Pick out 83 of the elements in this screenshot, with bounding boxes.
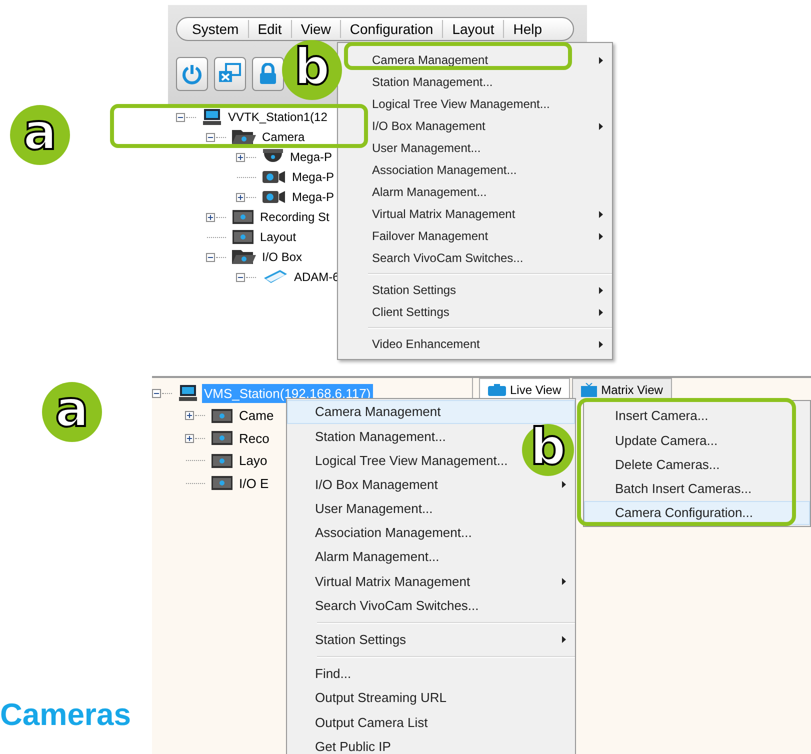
menu-bar-item[interactable]: Help	[503, 20, 552, 38]
menu-item[interactable]: Search VivoCam Switches...	[287, 594, 488, 618]
expand-icon[interactable]	[236, 192, 245, 202]
camera-icon	[488, 384, 506, 396]
menu-bar-item[interactable]: System	[183, 20, 248, 38]
tree-item[interactable]: Mega-P	[290, 168, 336, 186]
dome-camera-icon	[262, 149, 284, 165]
menu-item[interactable]: Delete Cameras...	[584, 452, 810, 477]
folder-icon	[211, 408, 233, 424]
menu-bar-item[interactable]: View	[290, 20, 340, 38]
tab[interactable]: Live View	[479, 378, 570, 400]
tree-item[interactable]: Mega-P	[290, 188, 336, 206]
open-folder-icon	[232, 249, 256, 265]
toolbar-button[interactable]	[214, 57, 246, 91]
menu-item[interactable]: Station Management...	[287, 424, 455, 448]
menu-item[interactable]: Logical Tree View Management...	[287, 448, 517, 473]
menu-item[interactable]: User Management...	[338, 137, 612, 159]
menu-bar-item[interactable]: Configuration	[340, 20, 442, 38]
tree-item[interactable]: Layout	[258, 228, 298, 246]
menu-item[interactable]: Association Management...	[287, 520, 481, 546]
expand-icon[interactable]	[206, 212, 215, 222]
tab[interactable]: Matrix View	[572, 378, 672, 400]
open-folder-icon	[232, 129, 256, 145]
menu-item[interactable]: Camera Management	[287, 400, 575, 424]
menu-item[interactable]: Alarm Management...	[287, 545, 448, 570]
collapse-icon[interactable]	[236, 272, 245, 282]
expand-icon[interactable]	[236, 152, 245, 162]
menu-item[interactable]: I/O Box Management	[338, 115, 612, 137]
menu-bar-item[interactable]: Layout	[442, 20, 504, 38]
folder-icon	[211, 430, 233, 446]
collapse-icon[interactable]	[206, 132, 215, 142]
callout-badge: a	[42, 382, 102, 442]
tree-item[interactable]: Recording St	[258, 208, 332, 226]
tree-item[interactable]: Came	[237, 406, 276, 426]
menu-item[interactable]: Station Settings	[338, 279, 612, 301]
menu-item[interactable]: Failover Management	[338, 225, 612, 247]
folder-icon	[211, 452, 233, 469]
collapse-icon[interactable]	[206, 252, 215, 262]
menu-item[interactable]: Camera Configuration...	[584, 500, 810, 525]
menu-item[interactable]: Update Camera...	[584, 428, 810, 452]
toolbar-button[interactable]	[176, 57, 208, 91]
menu-item[interactable]: Insert Camera...	[584, 404, 810, 428]
device-icon	[262, 269, 288, 285]
collapse-icon[interactable]	[176, 112, 185, 122]
folder-icon	[232, 229, 254, 245]
expand-icon[interactable]	[185, 411, 194, 420]
toolbar-button[interactable]	[252, 57, 284, 91]
menu-item[interactable]: Output Camera List	[287, 710, 437, 734]
menu-item[interactable]: Virtual Matrix Management	[338, 203, 612, 225]
folder-icon	[211, 475, 233, 492]
tree-item[interactable]: I/O Box	[260, 248, 304, 266]
lock-icon	[258, 63, 278, 85]
tree-item[interactable]: Mega-P	[288, 148, 334, 166]
tree-item[interactable]: Reco	[237, 428, 272, 448]
menu-item[interactable]: Video Enhancement	[338, 333, 612, 355]
tree-item[interactable]: VVTK_Station1(12	[226, 108, 330, 126]
section-heading: Cameras	[0, 696, 131, 734]
folder-icon	[232, 209, 254, 225]
monitor-x-icon	[218, 63, 242, 85]
camera-icon	[262, 170, 286, 184]
collapse-icon[interactable]	[152, 388, 161, 398]
tree-item[interactable]: Layo	[237, 451, 270, 470]
menu-item[interactable]: Association Management...	[338, 159, 612, 181]
menu-item[interactable]: Alarm Management...	[338, 181, 612, 203]
expand-icon[interactable]	[185, 434, 194, 443]
menu-item[interactable]: Client Settings	[338, 301, 612, 323]
menu-item[interactable]: User Management...	[287, 496, 442, 521]
camera-icon	[262, 190, 286, 204]
menu-item[interactable]: Batch Insert Cameras...	[584, 476, 810, 501]
monitor-icon	[202, 108, 222, 126]
callout-badge: a	[10, 105, 70, 165]
monitor-icon	[178, 384, 198, 402]
menu-item[interactable]: Virtual Matrix Management	[287, 569, 575, 594]
tv-icon	[581, 382, 598, 396]
menu-item[interactable]: Output Streaming URL	[287, 686, 456, 710]
power-icon	[181, 63, 203, 85]
tree-item[interactable]: Camera	[260, 128, 307, 146]
menu-item[interactable]: Search VivoCam Switches...	[338, 247, 612, 269]
tree-item[interactable]: I/O E	[237, 474, 271, 493]
menu-item[interactable]: Get Public IP	[287, 734, 400, 754]
menu-item[interactable]: Find...	[287, 662, 360, 686]
menu-bar-item[interactable]: Edit	[248, 20, 291, 38]
menu-item[interactable]: Station Settings	[287, 628, 575, 652]
